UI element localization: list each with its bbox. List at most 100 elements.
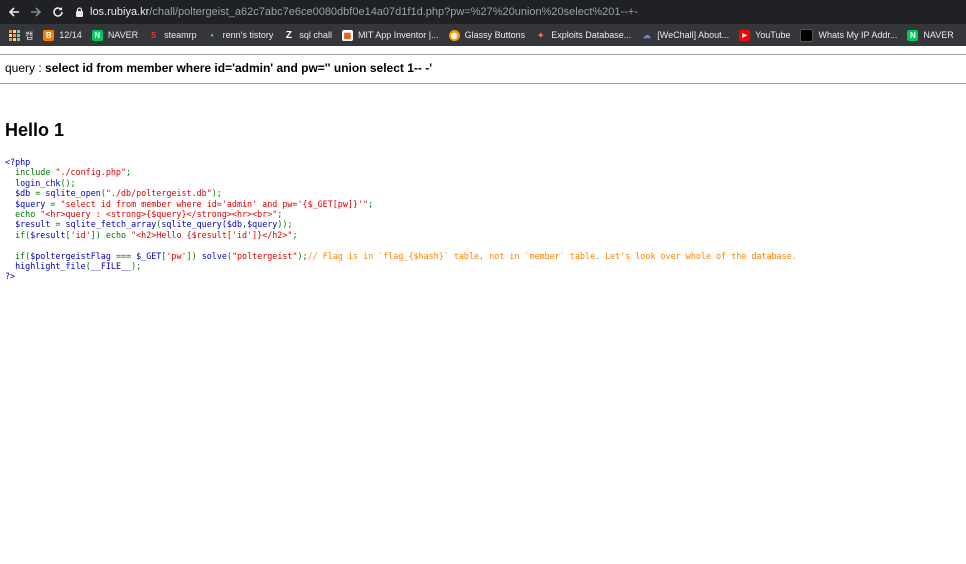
arrow-right-icon [31, 7, 42, 17]
ip-icon [800, 28, 814, 42]
code-token: ); [131, 261, 142, 272]
bookmark-label: YouTube [755, 30, 791, 40]
bookmark-item[interactable]: N NAVER [907, 29, 954, 41]
code-token: = [50, 198, 61, 209]
code-token: $query [5, 198, 51, 209]
code-token: ); [297, 250, 308, 261]
code-token: (); [60, 177, 76, 188]
url-host: los.rubiya.kr [90, 6, 150, 18]
code-token: solve [201, 250, 227, 261]
bookmark-label: 12/14 [59, 30, 82, 40]
bookmark-label: [WeChall] About... [657, 30, 730, 40]
code-line: <?php [5, 157, 31, 167]
bookmark-item[interactable]: 캡 [25, 29, 33, 42]
code-token: ]) [186, 250, 202, 261]
bookmark-item[interactable]: ✦ Exploits Database... [535, 30, 631, 41]
bookmark-label: MIT App Inventor |... [357, 30, 439, 40]
code-token: highlight_file [5, 261, 86, 272]
reload-button[interactable] [47, 0, 69, 24]
app-inventor-icon: ▦ [341, 29, 353, 41]
code-token: "<hr>query : <strong>{$query}</strong><h… [40, 209, 278, 220]
hello-heading: Hello 1 [5, 120, 65, 140]
code-token: sqlite_fetch_array [65, 219, 157, 230]
code-comment: // Flag is in `flag_{$hash}` table, not … [307, 250, 797, 261]
code-token: login_chk [5, 177, 61, 188]
naver-icon: N [91, 29, 103, 41]
code-token: "poltergeist" [231, 250, 298, 261]
code-token: === [115, 250, 137, 261]
query-line: query : select id from member where id='… [5, 55, 966, 83]
lock-icon[interactable] [75, 7, 84, 17]
url-field[interactable]: los.rubiya.kr/chall/poltergeist_a62c7abc… [90, 6, 638, 18]
reload-icon [53, 7, 63, 17]
code-token: $query [247, 219, 278, 230]
bookmark-label: 캡 [25, 30, 34, 41]
forward-button[interactable] [25, 0, 47, 24]
query-value: select id from member where id='admin' a… [45, 61, 433, 75]
youtube-icon: ▶ [739, 29, 751, 41]
page-content: query : select id from member where id='… [0, 46, 966, 282]
code-token: "<h2>Hello {$result['id']}</h2>" [131, 229, 293, 240]
code-token: ; [277, 209, 283, 220]
code-token: $result [5, 219, 56, 230]
code-token: = [35, 188, 46, 199]
wechall-icon: ☁ [642, 30, 651, 40]
arrow-left-icon [8, 7, 19, 17]
code-token: ; [368, 198, 374, 209]
bookmark-label: Exploits Database... [551, 30, 632, 40]
code-token: ); [211, 188, 222, 199]
code-token: 'pw' [166, 250, 187, 261]
blogger-icon: B [43, 29, 55, 41]
code-token: "select id from member where id='admin' … [60, 198, 369, 209]
bookmark-label: NAVER [107, 30, 139, 40]
bookmark-item[interactable]: N NAVER [91, 29, 139, 41]
code-token: = [55, 219, 66, 230]
code-token: sqlite_open [45, 188, 101, 199]
back-button[interactable] [3, 0, 25, 24]
bookmark-item[interactable]: S steamrp [148, 30, 197, 41]
code-token: sqlite_query [161, 219, 222, 230]
bookmark-item[interactable]: ◉ Glassy Buttons [448, 29, 526, 41]
bookmark-label: NAVER [923, 30, 954, 40]
bookmark-label: sql chall [299, 30, 332, 40]
browser-address-bar: los.rubiya.kr/chall/poltergeist_a62c7abc… [0, 0, 966, 24]
divider [0, 83, 966, 84]
code-token: __FILE__ [90, 261, 132, 272]
url-path: /chall/poltergeist_a62c7abc7e6ce0080dbf0… [149, 6, 638, 18]
code-token: ; [126, 167, 132, 178]
code-token: echo [5, 209, 41, 220]
bookmark-label: Glassy Buttons [464, 30, 526, 40]
naver-icon: N [907, 29, 919, 41]
code-token: )); [277, 219, 293, 230]
code-line: ?> [5, 271, 16, 282]
z-icon: Z [285, 29, 292, 41]
bookmark-item[interactable]: Whats My IP Addr... [800, 28, 898, 42]
exploitdb-icon: ✦ [537, 30, 545, 40]
php-source: <?php include "./config.php"; login_chk(… [5, 157, 966, 282]
bookmark-item[interactable]: ▶ YouTube [739, 29, 791, 41]
code-token: "./db/poltergeist.db" [105, 188, 212, 199]
glassy-icon: ◉ [448, 29, 460, 41]
bookmark-item[interactable]: ▦ MIT App Inventor |... [341, 29, 439, 41]
bookmark-item[interactable]: ☁ [WeChall] About... [641, 30, 729, 41]
bookmark-item[interactable]: • renn's tistory [207, 30, 274, 41]
bookmark-item[interactable]: Z sql chall [283, 30, 332, 41]
bookmarks-bar: 캡 B 12/14 N NAVER S steamrp • renn's tis… [0, 24, 966, 46]
code-token: if( [5, 229, 31, 240]
code-token: $_GET [136, 250, 162, 261]
code-token: "./config.php" [55, 167, 127, 178]
apps-icon[interactable] [9, 29, 20, 41]
code-token: $poltergeistFlag [30, 250, 116, 261]
bookmark-label: steamrp [164, 30, 197, 40]
code-token: ; [292, 229, 298, 240]
code-token: if( [5, 250, 31, 261]
bookmark-item[interactable]: B 12/14 [43, 29, 82, 41]
code-token: ]) echo [90, 229, 132, 240]
steamrp-icon: S [150, 30, 157, 40]
code-token: 'id' [70, 229, 91, 240]
bookmark-label: Whats My IP Addr... [818, 30, 898, 40]
bookmark-label: renn's tistory [222, 30, 274, 40]
code-token: include [5, 167, 56, 178]
query-label: query : [5, 61, 46, 75]
code-token: $result [30, 229, 66, 240]
